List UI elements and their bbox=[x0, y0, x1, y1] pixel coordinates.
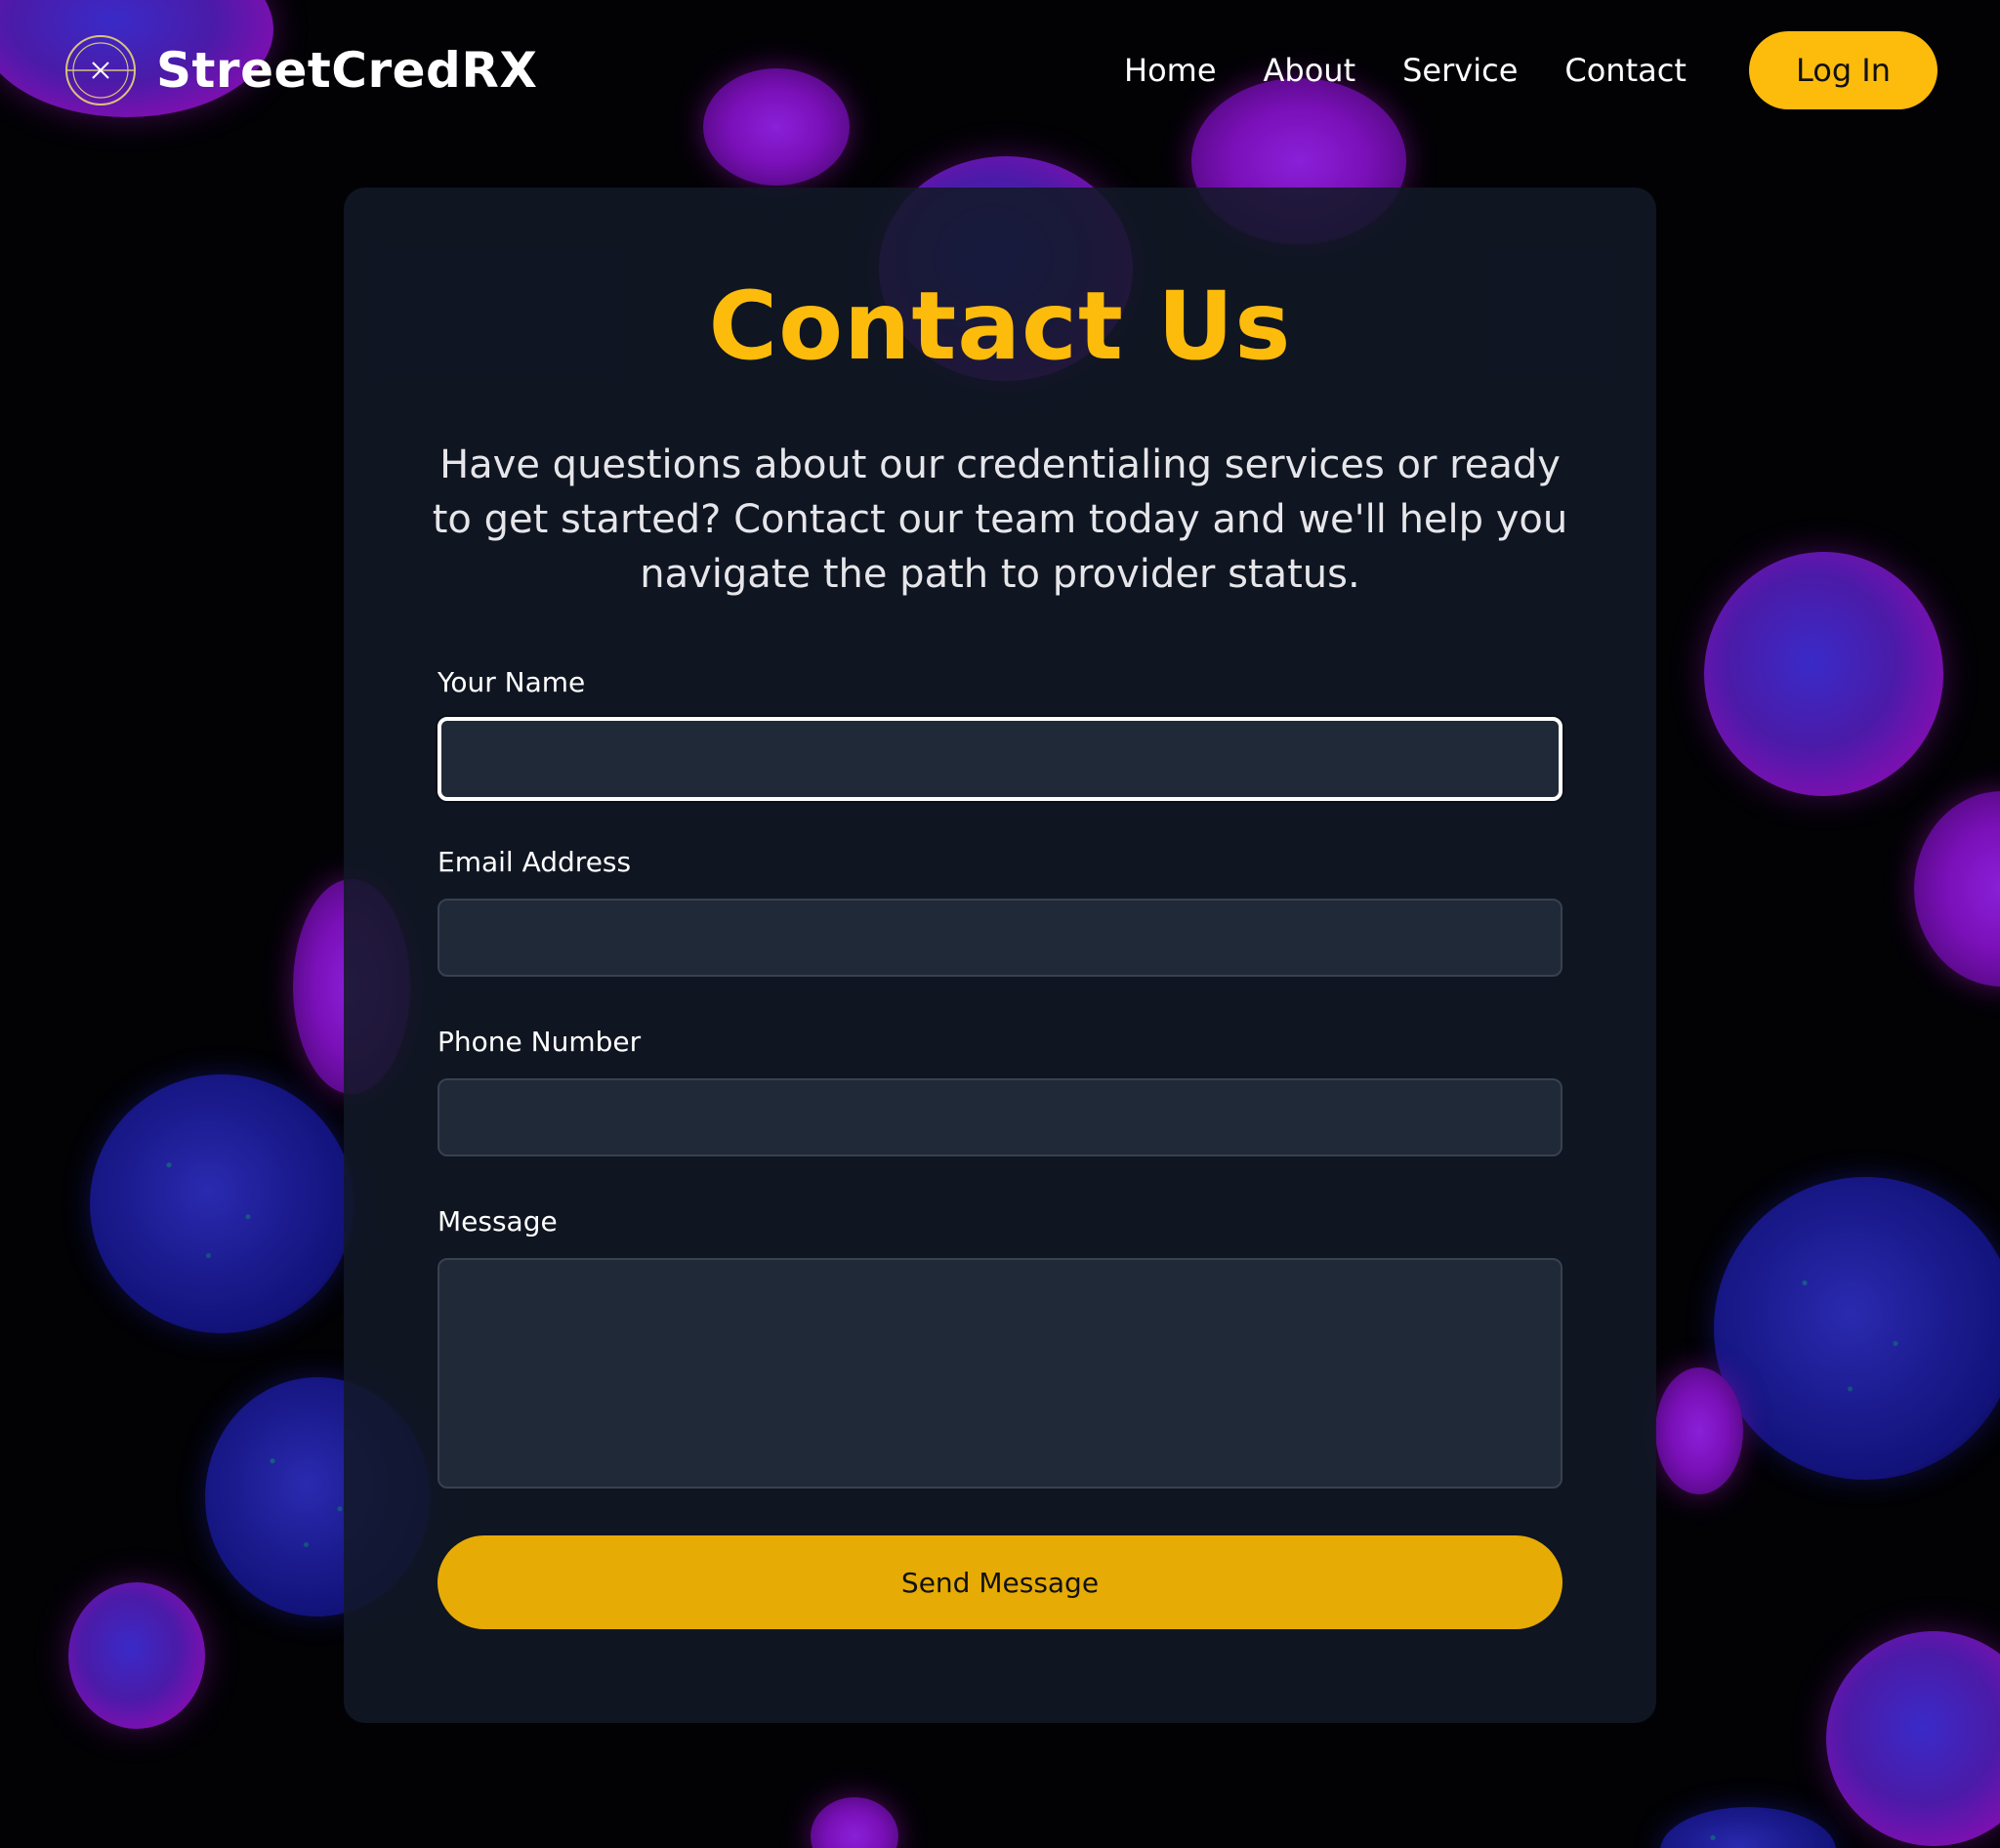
contact-page: StreetCredRX Home About Service Contact … bbox=[0, 0, 2000, 1848]
message-label: Message bbox=[438, 1205, 558, 1238]
site-header: StreetCredRX Home About Service Contact … bbox=[0, 0, 2000, 141]
background-cell bbox=[1704, 552, 1943, 796]
crossed-circle-logo-icon bbox=[65, 35, 136, 105]
nav-home-link[interactable]: Home bbox=[1124, 52, 1217, 89]
name-label: Your Name bbox=[438, 666, 586, 698]
background-cell bbox=[90, 1074, 354, 1333]
send-message-button[interactable]: Send Message bbox=[438, 1535, 1562, 1629]
nav-contact-link[interactable]: Contact bbox=[1564, 52, 1687, 89]
nav-service-link[interactable]: Service bbox=[1402, 52, 1518, 89]
email-input[interactable] bbox=[438, 899, 1562, 977]
phone-label: Phone Number bbox=[438, 1026, 642, 1058]
background-cell bbox=[1660, 1807, 1836, 1848]
email-label: Email Address bbox=[438, 846, 632, 878]
background-cell bbox=[1655, 1367, 1743, 1494]
main-nav: Home About Service Contact bbox=[1124, 39, 1733, 102]
background-cell bbox=[1714, 1177, 2000, 1480]
name-input[interactable] bbox=[438, 717, 1562, 801]
phone-input[interactable] bbox=[438, 1078, 1562, 1156]
brand-name: StreetCredRX bbox=[156, 42, 538, 99]
nav-about-link[interactable]: About bbox=[1264, 52, 1356, 89]
contact-intro: Have questions about our credentialing s… bbox=[432, 442, 1568, 597]
message-textarea[interactable] bbox=[438, 1258, 1562, 1489]
background-cell bbox=[68, 1582, 205, 1729]
background-cell bbox=[811, 1797, 898, 1848]
background-cell bbox=[1826, 1631, 2000, 1846]
login-button[interactable]: Log In bbox=[1749, 31, 1938, 109]
background-cell bbox=[1914, 791, 2000, 987]
brand[interactable]: StreetCredRX bbox=[64, 31, 537, 109]
page-title: Contact Us bbox=[708, 272, 1292, 381]
